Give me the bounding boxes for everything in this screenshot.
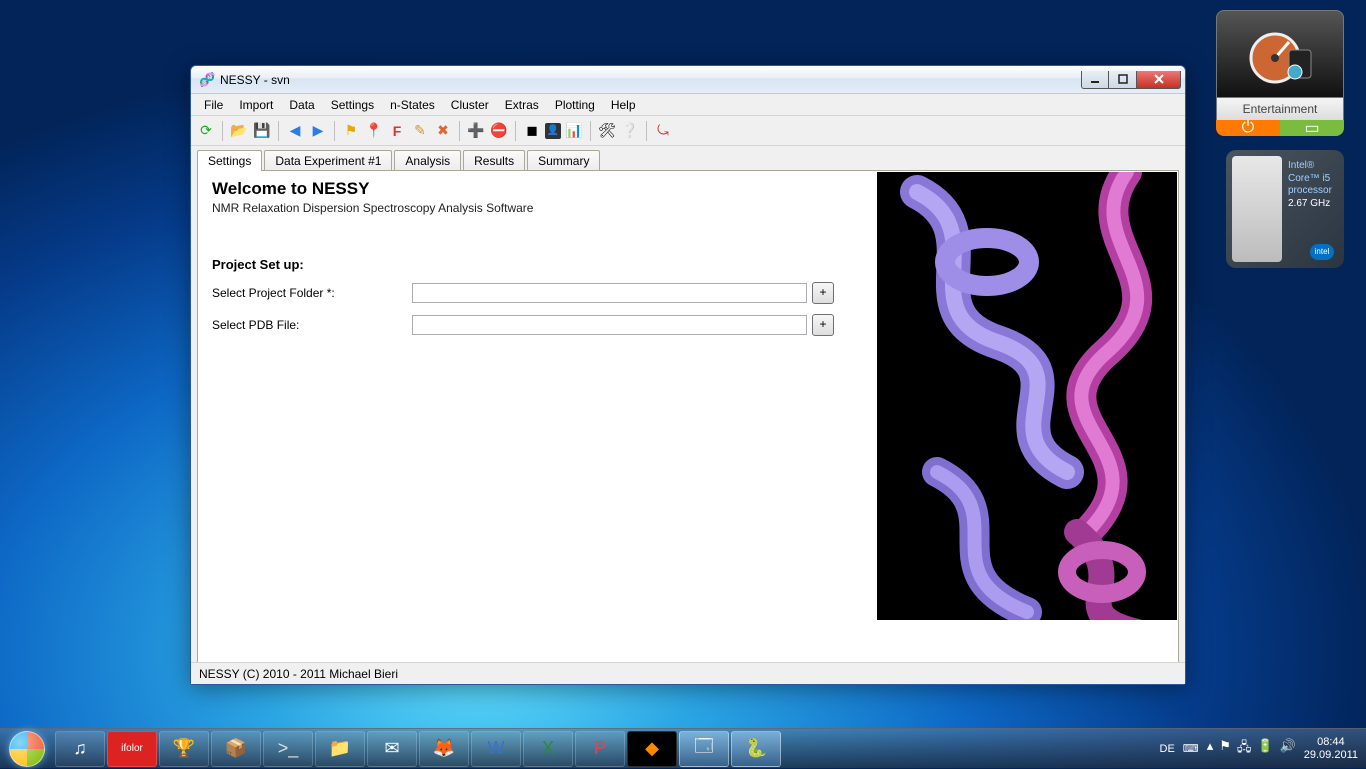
separator — [459, 121, 460, 141]
windows-orb-icon — [9, 731, 45, 767]
maximize-button[interactable] — [1109, 71, 1137, 89]
f-icon[interactable]: F — [387, 121, 407, 141]
pin-icon[interactable]: 📍 — [364, 121, 384, 141]
menu-file[interactable]: File — [196, 96, 231, 114]
chart-icon[interactable]: 📊 — [564, 121, 584, 141]
separator — [646, 121, 647, 141]
taskbar-ifolor[interactable]: ifolor — [107, 731, 157, 767]
entertainment-label: Entertainment — [1216, 98, 1344, 120]
tab-bar: Settings Data Experiment #1 Analysis Res… — [191, 146, 1185, 170]
menu-settings[interactable]: Settings — [323, 96, 382, 114]
gauge-icon — [1216, 10, 1344, 98]
toolbar: ⟳ 📂 💾 ◀ ▶ ⚑ 📍 F ✎ ✖ ➕ ⛔ ◼ 👤 📊 🛠 ❔ ⤿ — [191, 116, 1185, 146]
exit-icon[interactable]: ⤿ — [653, 121, 673, 141]
tray-volume-icon[interactable]: 🔊 — [1280, 738, 1296, 760]
window-title: NESSY - svn — [220, 73, 1081, 87]
menu-cluster[interactable]: Cluster — [443, 96, 497, 114]
flag-icon[interactable]: ⚑ — [341, 121, 361, 141]
menu-bar: File Import Data Settings n-States Clust… — [191, 94, 1185, 116]
tab-summary[interactable]: Summary — [527, 150, 600, 171]
tray-network-icon[interactable]: 🖧 — [1237, 738, 1252, 760]
save-icon[interactable]: 💾 — [252, 121, 272, 141]
entertainment-gadget[interactable]: Entertainment ⏻ ▭ — [1216, 10, 1344, 136]
protein-illustration — [877, 172, 1177, 620]
menu-plotting[interactable]: Plotting — [547, 96, 603, 114]
forward-icon[interactable]: ▶ — [308, 121, 328, 141]
taskbar-thunderbird[interactable]: ✉ — [367, 731, 417, 767]
content-pane: Welcome to NESSY NMR Relaxation Dispersi… — [197, 170, 1179, 670]
separator — [278, 121, 279, 141]
intel-badge-icon: intel — [1310, 244, 1334, 260]
app-icon: 🧬 — [199, 72, 215, 88]
menu-nstates[interactable]: n-States — [382, 96, 443, 114]
taskbar: ♫ ifolor 🏆 📦 >_ 📁 ✉ 🦊 W X P ◆ 🗔 🐍 DE ⌨ ▴… — [0, 728, 1366, 768]
help-icon[interactable]: ❔ — [620, 121, 640, 141]
user-icon[interactable]: 👤 — [545, 123, 561, 139]
cpu-gadget[interactable]: Intel® Core™ i5 processor 2.67 GHz intel — [1226, 150, 1344, 268]
clock[interactable]: 08:44 29.09.2011 — [1304, 736, 1358, 761]
pdb-file-input[interactable] — [412, 315, 807, 335]
tools-icon[interactable]: 🛠 — [597, 121, 617, 141]
back-icon[interactable]: ◀ — [285, 121, 305, 141]
start-button[interactable] — [0, 729, 54, 769]
separator — [334, 121, 335, 141]
chip-icon — [1232, 156, 1282, 262]
taskbar-powerpoint[interactable]: P — [575, 731, 625, 767]
menu-help[interactable]: Help — [603, 96, 644, 114]
edit-icon[interactable]: ✎ — [410, 121, 430, 141]
taskbar-virtualbox[interactable]: 📦 — [211, 731, 261, 767]
status-text: NESSY (C) 2010 - 2011 Michael Bieri — [199, 667, 398, 681]
tab-settings[interactable]: Settings — [197, 150, 262, 171]
delete-icon[interactable]: ✖ — [433, 121, 453, 141]
menu-import[interactable]: Import — [231, 96, 281, 114]
taskbar-app-orange[interactable]: ◆ — [627, 731, 677, 767]
taskbar-terminal[interactable]: >_ — [263, 731, 313, 767]
project-folder-input[interactable] — [412, 283, 807, 303]
taskbar-explorer[interactable]: 📁 — [315, 731, 365, 767]
system-tray: DE ⌨ ▴ ⚑ 🖧 🔋 🔊 08:44 29.09.2011 — [1152, 729, 1366, 768]
status-bar: NESSY (C) 2010 - 2011 Michael Bieri — [191, 662, 1185, 684]
pdb-file-label: Select PDB File: — [212, 318, 412, 332]
add-icon[interactable]: ➕ — [466, 121, 486, 141]
taskbar-excel[interactable]: X — [523, 731, 573, 767]
clock-date: 29.09.2011 — [1304, 749, 1358, 762]
project-folder-browse-button[interactable]: + — [812, 282, 834, 304]
taskbar-app-blue[interactable]: 🗔 — [679, 731, 729, 767]
tray-battery-icon[interactable]: 🔋 — [1257, 738, 1273, 760]
taskbar-itunes[interactable]: ♫ — [55, 731, 105, 767]
pdb-file-browse-button[interactable]: + — [812, 314, 834, 336]
open-folder-icon[interactable]: 📂 — [229, 121, 249, 141]
title-bar[interactable]: 🧬 NESSY - svn — [191, 66, 1185, 94]
tray-chevron-icon[interactable]: ▴ — [1207, 738, 1214, 760]
tab-analysis[interactable]: Analysis — [394, 150, 461, 171]
stop-icon[interactable]: ◼ — [522, 121, 542, 141]
taskbar-firefox[interactable]: 🦊 — [419, 731, 469, 767]
tray-flag-icon[interactable]: ⚑ — [1219, 738, 1231, 760]
window-controls — [1081, 71, 1181, 89]
refresh-icon[interactable]: ⟳ — [196, 121, 216, 141]
taskbar-lamp[interactable]: 🏆 — [159, 731, 209, 767]
separator — [590, 121, 591, 141]
project-folder-label: Select Project Folder *: — [212, 286, 412, 300]
clock-time: 08:44 — [1304, 736, 1358, 749]
language-indicator[interactable]: DE — [1160, 743, 1175, 755]
menu-data[interactable]: Data — [281, 96, 322, 114]
taskbar-python[interactable]: 🐍 — [731, 731, 781, 767]
menu-extras[interactable]: Extras — [497, 96, 547, 114]
taskbar-word[interactable]: W — [471, 731, 521, 767]
gadget-power-icon[interactable]: ⏻ — [1216, 120, 1280, 136]
app-window: 🧬 NESSY - svn File Import Data Settings … — [190, 65, 1186, 685]
gadget-screen-icon[interactable]: ▭ — [1280, 120, 1344, 136]
remove-icon[interactable]: ⛔ — [489, 121, 509, 141]
tab-experiment1[interactable]: Data Experiment #1 — [264, 150, 392, 171]
tray-icons: ▴ ⚑ 🖧 🔋 🔊 — [1207, 738, 1296, 760]
close-button[interactable] — [1137, 71, 1181, 89]
separator — [222, 121, 223, 141]
keyboard-icon[interactable]: ⌨ — [1183, 742, 1199, 755]
tab-results[interactable]: Results — [463, 150, 525, 171]
minimize-button[interactable] — [1081, 71, 1109, 89]
separator — [515, 121, 516, 141]
